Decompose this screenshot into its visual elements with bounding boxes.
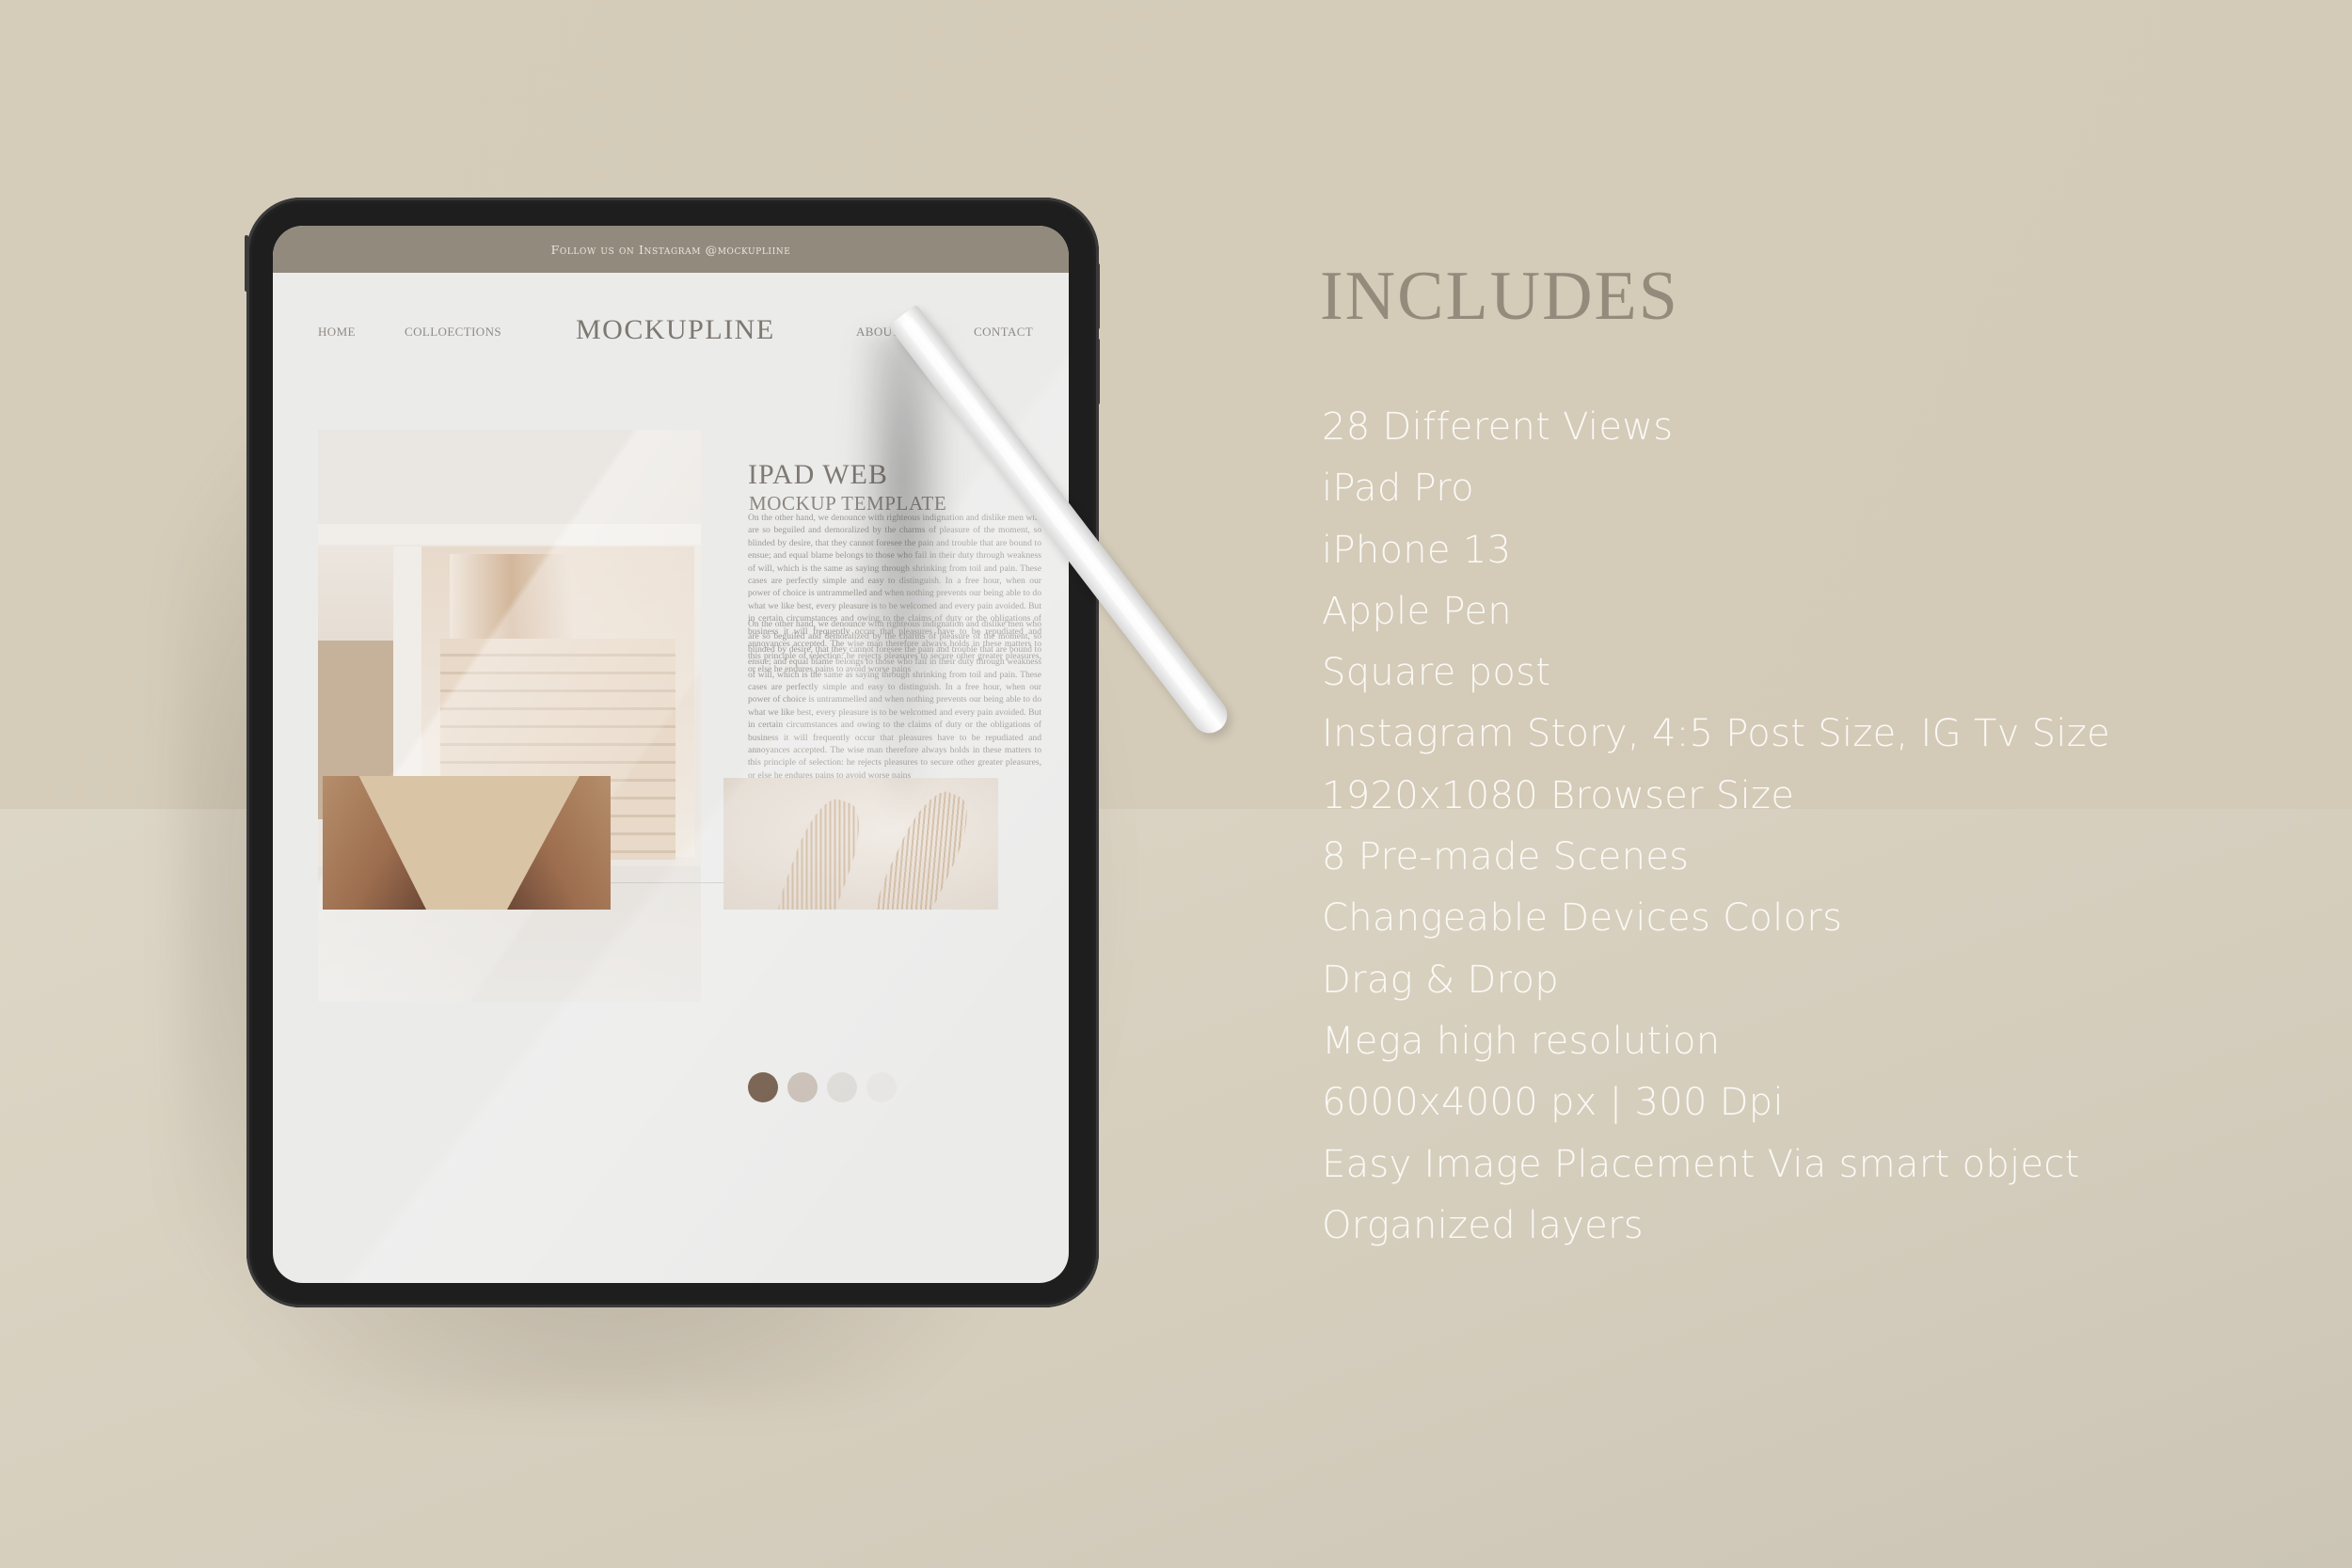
feature-item: Changeable Devices Colors [1322, 896, 1843, 941]
carousel-dot[interactable] [827, 1072, 857, 1102]
feature-item: Organized layers [1322, 1203, 1644, 1247]
feature-item: Square post [1322, 651, 1551, 695]
nav-home[interactable]: HOME [318, 325, 356, 340]
feature-item: Instagram Story, 4:5 Post Size, IG Tv Si… [1322, 712, 2110, 756]
ipad-device: Follow us on Instagram @mockupliine HOME… [245, 198, 1100, 1307]
carousel-dot-active[interactable] [748, 1072, 778, 1102]
volume-button [1096, 339, 1100, 404]
feature-item: 8 Pre-made Scenes [1322, 835, 1690, 879]
street-buildings-image[interactable] [323, 776, 611, 910]
feature-item: Drag & Drop [1322, 958, 1559, 1002]
instagram-banner[interactable]: Follow us on Instagram @mockupliine [273, 226, 1069, 273]
feature-item: 28 Different Views [1322, 405, 1674, 449]
carousel-dot[interactable] [787, 1072, 818, 1102]
feature-item: Mega high resolution [1322, 1019, 1721, 1063]
feature-item: 6000x4000 px | 300 Dpi [1322, 1081, 1784, 1125]
power-button [245, 235, 248, 292]
includes-heading: INCLUDES [1320, 258, 1679, 335]
feature-item: Apple Pen [1322, 589, 1512, 633]
pencil-shadow [851, 334, 955, 823]
feature-item: iPad Pro [1322, 467, 1474, 511]
features-list: 28 Different Views iPad Pro iPhone 13 Ap… [1322, 400, 2110, 1259]
feature-item: Easy Image Placement Via smart object [1322, 1142, 2080, 1186]
nav-contact[interactable]: CONTACT [974, 325, 1033, 340]
staircase-image [318, 430, 701, 1002]
volume-button [1096, 263, 1100, 329]
feature-item: 1920x1080 Browser Size [1322, 773, 1795, 817]
feature-item: iPhone 13 [1322, 528, 1512, 572]
site-logo[interactable]: MOCKUPLINE [576, 314, 773, 346]
nav-collections[interactable]: COLLOECTIONS [405, 325, 501, 340]
carousel-dot[interactable] [866, 1072, 897, 1102]
banner-text: Follow us on Instagram @mockupliine [550, 242, 791, 257]
